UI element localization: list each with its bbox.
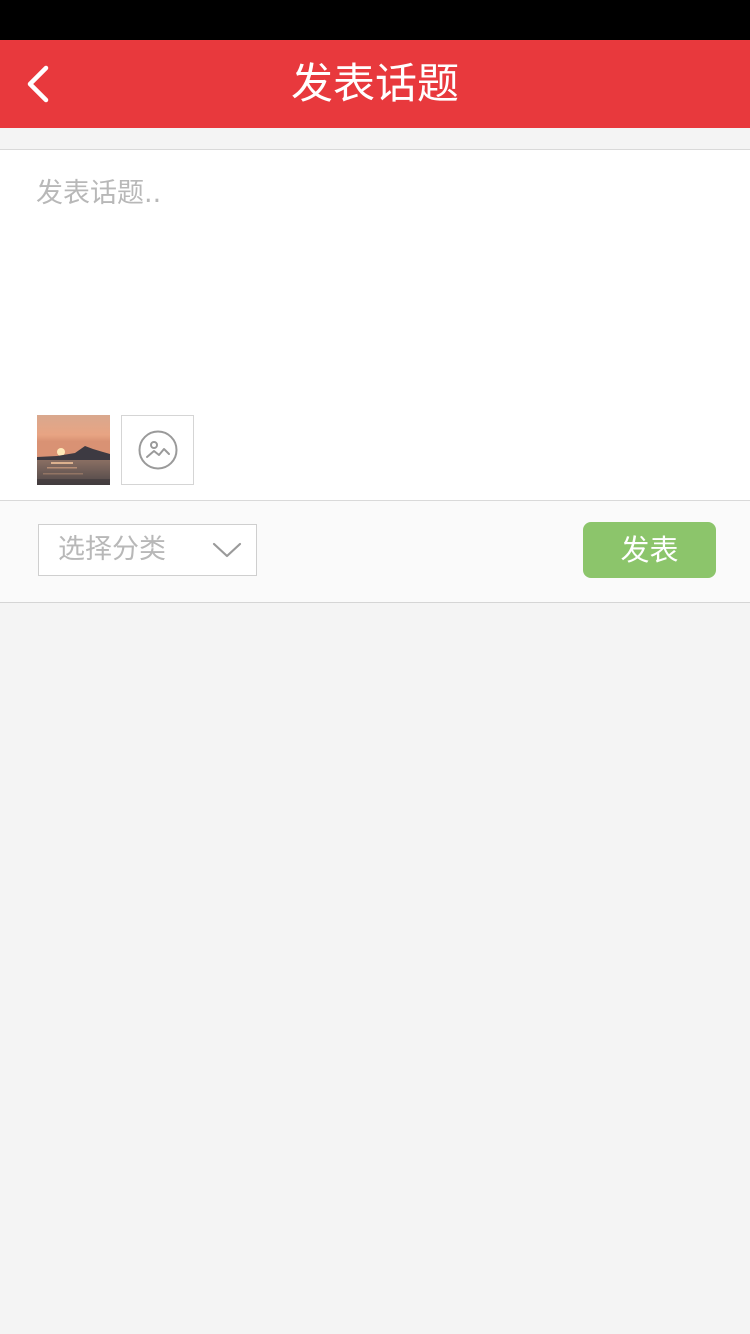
category-placeholder: 选择分类 (58, 534, 166, 565)
composer-panel (0, 150, 750, 500)
chevron-down-icon (212, 542, 242, 558)
chevron-left-icon (27, 65, 49, 103)
attached-image-thumbnail[interactable] (37, 415, 110, 485)
page-title: 发表话题 (290, 59, 459, 108)
divider (0, 602, 750, 603)
topic-input[interactable] (36, 172, 716, 402)
image-add-icon (138, 430, 178, 470)
header-spacer (0, 128, 750, 150)
add-image-button[interactable] (121, 415, 194, 485)
back-button[interactable] (8, 52, 72, 116)
action-row: 选择分类 发表 (0, 501, 750, 602)
nav-bar: 发表话题 (0, 40, 750, 128)
sunset-photo-thumbnail (37, 415, 110, 485)
category-select[interactable]: 选择分类 (38, 524, 257, 576)
publish-button[interactable]: 发表 (583, 522, 716, 578)
status-bar (0, 0, 750, 40)
